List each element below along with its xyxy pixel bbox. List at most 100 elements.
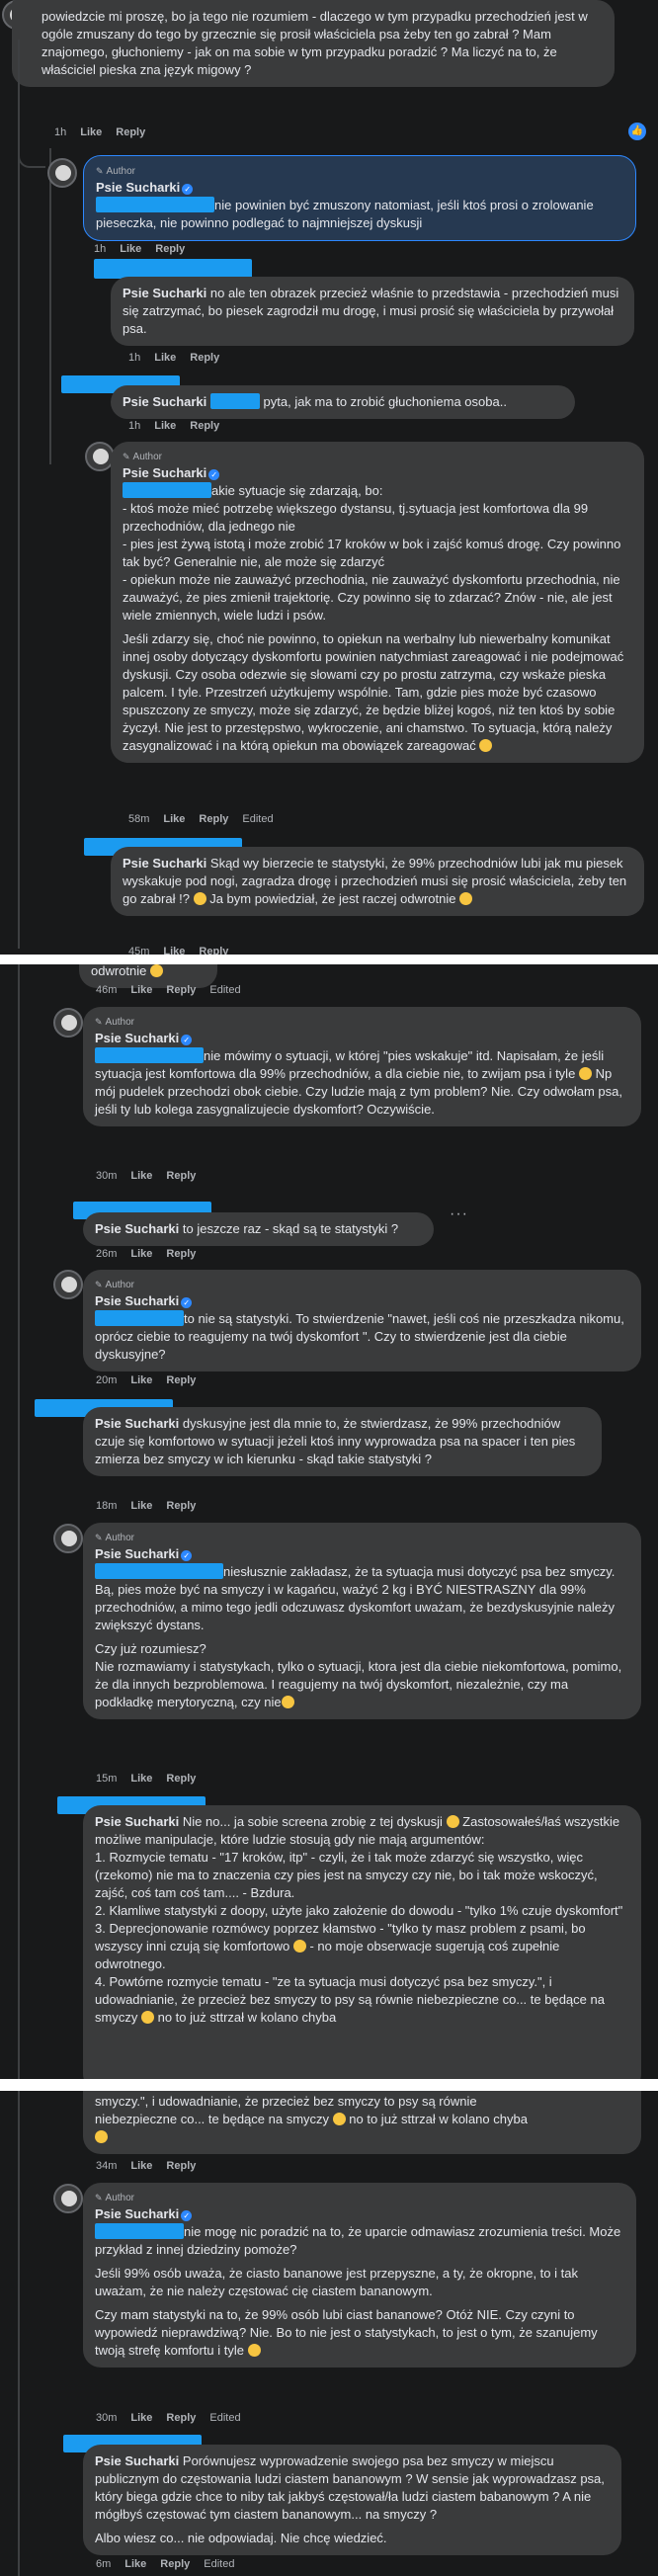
reply-button[interactable]: Reply — [160, 2558, 190, 2570]
like-button[interactable]: Like — [80, 126, 102, 138]
comment-text: no to już sttrzał w kolano chyba — [349, 2112, 528, 2126]
like-button[interactable]: Like — [130, 2160, 152, 2172]
reply-button[interactable]: Reply — [166, 984, 196, 996]
avatar[interactable] — [53, 1008, 83, 1038]
like-button[interactable]: Like — [130, 1374, 152, 1386]
reply-button[interactable]: Reply — [190, 420, 219, 432]
list-item: 2. Kłamliwe statystyki z doopy, użyte ja… — [95, 1903, 623, 1918]
more-options-icon[interactable]: ··· — [450, 1205, 468, 1223]
reply-button[interactable]: Reply — [166, 1170, 196, 1182]
verified-badge-icon: ✓ — [181, 1550, 193, 1561]
commenter-name[interactable]: Psie Sucharki — [95, 1293, 179, 1308]
comment-actions: 46m Like Reply Edited — [96, 984, 255, 996]
comment-bubble: powiedzcie mi proszę, bo ja tego nie roz… — [12, 0, 615, 87]
verified-badge-icon: ✓ — [208, 469, 220, 480]
commenter-name[interactable]: Psie Sucharki — [95, 2453, 179, 2468]
commenter-name[interactable]: Psie Sucharki — [95, 1031, 179, 1045]
redacted-mention — [95, 1310, 184, 1326]
reply-button[interactable]: Reply — [155, 243, 185, 255]
commenter-name[interactable]: Psie Sucharki — [123, 286, 206, 300]
avatar[interactable] — [53, 1524, 83, 1553]
like-button[interactable]: Like — [163, 946, 185, 955]
reply-button[interactable]: Reply — [116, 126, 145, 138]
like-button[interactable]: Like — [120, 243, 141, 255]
comment-actions: 30m Like Reply Edited — [96, 2412, 255, 2424]
comment-actions: 6m Like Reply Edited — [96, 2558, 248, 2570]
comment-actions: 15m Like Reply — [96, 1773, 209, 1785]
author-label: ✎ Author — [123, 452, 163, 462]
avatar[interactable] — [47, 158, 77, 188]
timestamp: 30m — [96, 1170, 118, 1182]
frown-emoji-icon — [292, 1940, 306, 1953]
thread-connector — [18, 148, 45, 168]
commenter-name[interactable]: Psie Sucharki — [123, 394, 206, 409]
like-button[interactable]: Like — [130, 2412, 152, 2424]
verified-badge-icon: ✓ — [181, 1035, 193, 1045]
reply-button[interactable]: Reply — [199, 946, 228, 955]
like-button[interactable]: Like — [130, 1500, 152, 1512]
avatar[interactable] — [53, 2184, 83, 2213]
avatar[interactable] — [53, 1270, 83, 1299]
smile-emoji-icon — [479, 739, 493, 752]
timestamp: 58m — [128, 813, 150, 825]
commenter-name[interactable]: Psie Sucharki — [95, 2206, 179, 2221]
timestamp: 6m — [96, 2558, 112, 2570]
like-button[interactable]: Like — [130, 1170, 152, 1182]
comment-bubble-highlighted: ✎ Author Psie Sucharki ✓ nie powinien być … — [83, 155, 636, 241]
commenter-name[interactable]: Psie Sucharki — [95, 1416, 179, 1431]
grin-emoji-icon — [446, 1815, 459, 1828]
reply-button[interactable]: Reply — [166, 2160, 196, 2172]
comment-bubble: Psie Sucharki Skąd wy bierzecie te staty… — [111, 847, 644, 916]
redacted-mention — [96, 197, 214, 212]
like-button[interactable]: Like — [130, 1248, 152, 1260]
like-button[interactable]: Like — [130, 984, 152, 996]
edited-label: Edited — [242, 813, 274, 825]
reply-button[interactable]: Reply — [199, 813, 228, 825]
reply-button[interactable]: Reply — [190, 352, 219, 364]
like-button[interactable]: Like — [124, 2558, 146, 2570]
pencil-icon: ✎ — [95, 2193, 103, 2202]
comment-actions: 18m Like Reply — [96, 1500, 209, 1512]
timestamp: 1h — [128, 420, 141, 432]
like-button[interactable]: Like — [163, 813, 185, 825]
commenter-name[interactable]: Psie Sucharki — [95, 1546, 179, 1561]
like-button[interactable]: Like — [154, 420, 176, 432]
pencil-icon: ✎ — [95, 1533, 103, 1542]
author-label: ✎ Author — [96, 166, 136, 177]
reply-button[interactable]: Reply — [166, 1248, 196, 1260]
list-item: no to już sttrzał w kolano chyba — [157, 2010, 337, 2025]
grin-emoji-icon — [332, 2113, 346, 2125]
comment-bubble: Psie Sucharki pyta, jak ma to zrobić głu… — [111, 385, 575, 419]
like-button[interactable]: Like — [130, 1773, 152, 1785]
thread-line — [49, 148, 51, 464]
reply-button[interactable]: Reply — [166, 1374, 196, 1386]
reply-button[interactable]: Reply — [166, 1500, 196, 1512]
smile-emoji-icon — [578, 1067, 592, 1080]
like-button[interactable]: Like — [154, 352, 176, 364]
comment-bubble: ✎ Author Psie Sucharki ✓ nie mogę nic pora… — [83, 2183, 636, 2368]
comment-actions: 20m Like Reply — [96, 1374, 209, 1386]
grin-emoji-icon — [150, 964, 163, 977]
commenter-name[interactable]: Psie Sucharki — [95, 1814, 179, 1829]
grin-emoji-icon — [193, 892, 206, 905]
comment-actions: 26m Like Reply — [96, 1248, 209, 1260]
reply-button[interactable]: Reply — [166, 2412, 196, 2424]
timestamp: 45m — [128, 946, 150, 955]
author-label: ✎ Author — [95, 2193, 135, 2203]
commenter-name[interactable]: Psie Sucharki — [123, 856, 206, 871]
commenter-name[interactable]: Psie Sucharki — [95, 1221, 179, 1236]
timestamp: 20m — [96, 1374, 118, 1386]
comment-actions: 30m Like Reply — [96, 1170, 209, 1182]
list-item: 1. Rozmycie tematu - "17 kroków, itp" - … — [95, 1850, 598, 1900]
grin-emoji-icon — [140, 2011, 154, 2024]
reply-button[interactable]: Reply — [166, 1773, 196, 1785]
pencil-icon: ✎ — [123, 452, 130, 461]
commenter-name[interactable]: Psie Sucharki — [123, 465, 206, 480]
verified-badge-icon: ✓ — [182, 184, 194, 195]
timestamp: 46m — [96, 984, 118, 996]
comment-text: powiedzcie mi proszę, bo ja tego nie roz… — [41, 9, 588, 77]
comment-actions: 1h Like Reply — [94, 243, 199, 255]
commenter-name[interactable]: Psie Sucharki — [96, 180, 180, 195]
comment-paragraph: Albo wiesz co... nie odpowiadaj. Nie chc… — [95, 2531, 387, 2545]
comment-text-tail: Ja bym powiedział, że jest raczej odwrot… — [209, 891, 456, 906]
